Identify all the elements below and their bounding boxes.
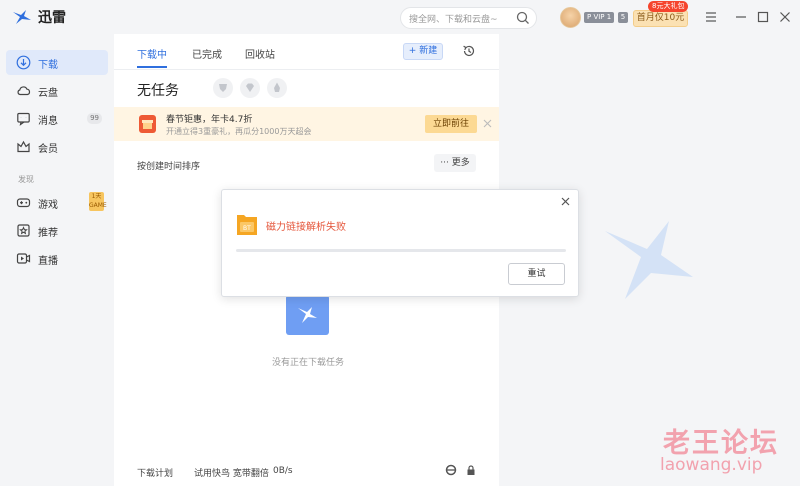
sidebar-item-label: 游戏 xyxy=(38,200,58,211)
sidebar-item-label: 云盘 xyxy=(38,88,58,99)
lock-icon[interactable] xyxy=(465,464,477,476)
tab-recycle-bin[interactable]: 回收站 xyxy=(245,46,275,61)
close-window-icon[interactable] xyxy=(777,9,793,25)
sidebar-item-label: 下载 xyxy=(38,60,58,71)
minimize-icon[interactable] xyxy=(733,9,749,25)
speedup-trial-link[interactable]: 试用快鸟 宽带翻倍 xyxy=(194,466,269,479)
message-count-badge: 99 xyxy=(87,113,102,124)
sidebar-item-download[interactable]: 下载 xyxy=(6,50,108,75)
crown-icon xyxy=(17,140,30,153)
search-placeholder: 搜全网、下载和云盘~ xyxy=(409,14,498,25)
sidebar-item-recommend[interactable]: 推荐 xyxy=(6,218,108,243)
sidebar-item-label: 会员 xyxy=(38,144,58,155)
gift-pack-tag: 8元大礼包 xyxy=(648,1,689,12)
sidebar-item-label: 推荐 xyxy=(38,228,58,239)
thunder-bird-watermark-icon xyxy=(605,221,693,299)
watermark-url: laowang.vip xyxy=(660,455,763,475)
gift-icon xyxy=(139,115,156,133)
game-badge: 1天 GAME xyxy=(89,192,107,211)
banner-close-icon[interactable] xyxy=(483,119,492,128)
sidebar-item-messages[interactable]: 消息 99 xyxy=(6,106,108,131)
star-icon xyxy=(17,224,30,237)
download-speed: 0B/s xyxy=(273,466,293,476)
sidebar: 下载 云盘 消息 99 会员 发现 游戏 1天 GAME 推荐 直播 xyxy=(0,34,113,486)
speedup-shield-icon[interactable] xyxy=(213,78,233,98)
sidebar-item-live[interactable]: 直播 xyxy=(6,246,108,271)
bt-badge: BT xyxy=(243,225,251,232)
empty-state-text: 没有正在下载任务 xyxy=(272,358,345,368)
sort-dropdown[interactable]: 按创建时间排序 xyxy=(137,159,200,172)
sidebar-item-membership[interactable]: 会员 xyxy=(6,134,108,159)
promo-banner: 春节钜惠，年卡4.7折 开通立得3重豪礼，再瓜分1000万天超会 立即前往 xyxy=(114,107,499,141)
active-tab-indicator xyxy=(137,66,167,68)
page-title: 无任务 xyxy=(137,83,179,99)
bt-folder-icon: BT xyxy=(237,215,257,235)
sidebar-item-cloud[interactable]: 云盘 xyxy=(6,78,108,103)
maximize-icon[interactable] xyxy=(755,9,771,25)
banner-title: 春节钜惠，年卡4.7折 xyxy=(166,115,253,125)
tab-downloading[interactable]: 下载中 xyxy=(137,46,167,61)
new-task-button[interactable]: + 新建 xyxy=(403,43,443,60)
banner-go-button[interactable]: 立即前往 xyxy=(425,115,477,133)
sidebar-item-games[interactable]: 游戏 1天 GAME xyxy=(6,190,108,215)
error-message: 磁力链接解析失败 xyxy=(266,222,346,233)
sidebar-item-label: 消息 xyxy=(38,116,58,127)
search-box[interactable]: 搜全网、下载和云盘~ xyxy=(400,7,537,29)
live-icon xyxy=(16,253,31,264)
history-icon[interactable] xyxy=(462,44,476,58)
speedup-trial-text: 试用快鸟 宽带翻倍 xyxy=(194,469,269,479)
sidebar-item-label: 直播 xyxy=(38,256,58,267)
close-icon[interactable] xyxy=(561,197,570,206)
cloud-icon xyxy=(17,86,31,96)
gamepad-icon xyxy=(16,198,31,208)
download-icon xyxy=(16,55,31,70)
tab-completed[interactable]: 已完成 xyxy=(192,46,222,61)
speedup-diamond-icon[interactable] xyxy=(240,78,260,98)
app-title: 迅雷 xyxy=(38,10,66,26)
vip-level-badge: 5 xyxy=(618,12,628,23)
title-bar: 迅雷 搜全网、下载和云盘~ P VIP 1 5 首月仅10元 8元大礼包 xyxy=(0,0,800,34)
browser-icon[interactable] xyxy=(445,464,457,476)
banner-subtitle: 开通立得3重豪礼，再瓜分1000万天超会 xyxy=(166,127,312,136)
empty-state-illustration xyxy=(286,295,329,335)
thunder-bird-icon xyxy=(13,10,31,24)
download-plan-link[interactable]: 下载计划 xyxy=(137,466,173,479)
vip-badge: P VIP 1 xyxy=(584,12,615,23)
parse-progress-bar xyxy=(236,249,566,252)
menu-icon[interactable] xyxy=(703,9,719,25)
tabs-divider xyxy=(114,69,499,70)
discover-section-title: 发现 xyxy=(18,175,34,184)
retry-button[interactable]: 重试 xyxy=(508,263,565,285)
avatar[interactable] xyxy=(560,7,581,28)
message-icon xyxy=(17,112,30,126)
more-button[interactable]: ··· 更多 xyxy=(434,154,476,172)
speedup-rocket-icon[interactable] xyxy=(267,78,287,98)
magnet-error-dialog: BT 磁力链接解析失败 重试 xyxy=(221,189,579,297)
app-logo: 迅雷 xyxy=(12,7,66,27)
membership-promo-button[interactable]: 首月仅10元 xyxy=(633,10,688,27)
search-icon[interactable] xyxy=(516,11,530,25)
